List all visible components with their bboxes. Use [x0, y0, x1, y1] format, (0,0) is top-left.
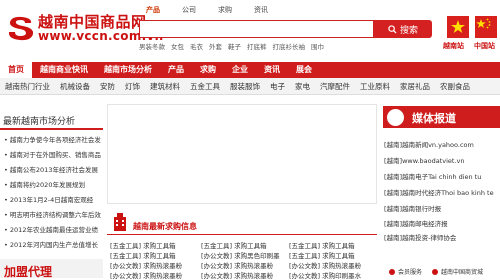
- industry-nav: 越南热门行业 机械设备 安防 灯饰 建筑材料 五金工具 服装服饰 电子 家电 汽…: [0, 78, 500, 95]
- purchase-item[interactable]: [五金工具] 求购工具箱: [110, 250, 176, 260]
- search-icon: [388, 24, 397, 34]
- list-item[interactable]: • 明志明市经济结构调整六年后效: [4, 209, 103, 219]
- industry-link[interactable]: 服装服饰: [225, 81, 265, 92]
- nav-purchase[interactable]: 求购: [192, 62, 224, 78]
- media-item[interactable]: [越南]越南新闻vn.yahoo.com: [384, 139, 474, 149]
- purchase-item[interactable]: [五金工具] 求购工具箱: [110, 240, 176, 250]
- purchase-item[interactable]: [办公文教] 求购热滚墨粉: [110, 270, 182, 280]
- search-button[interactable]: 搜索: [374, 20, 432, 38]
- purchase-item[interactable]: [办公文教] 求购热滚墨粉: [289, 260, 361, 270]
- banner-area: [107, 104, 377, 204]
- media-report-title: 媒体报道: [412, 112, 456, 125]
- media-item[interactable]: [越南]越南邮电经济报: [384, 218, 448, 228]
- hot-word[interactable]: 围巾: [311, 41, 324, 51]
- list-item[interactable]: • 2012年河内国内生产总值增长: [4, 239, 103, 249]
- purchase-item[interactable]: [办公文教] 求购热滚墨粉: [110, 260, 182, 270]
- industry-link[interactable]: 建筑材料: [145, 81, 185, 92]
- hot-word[interactable]: 打底裤: [247, 41, 267, 51]
- purchase-item[interactable]: [五金工具] 求购工具箱: [289, 250, 355, 260]
- industry-link[interactable]: 机械设备: [55, 81, 95, 92]
- main-nav: 首页 越南商业快讯 越南市场分析 产品 求购 企业 资讯 展会: [0, 62, 500, 78]
- list-item[interactable]: • 2012年农业越南最佳运营业绩: [4, 224, 103, 234]
- list-item[interactable]: • 越南对于在外国购买、销售商品: [4, 149, 103, 159]
- vietnam-site-link[interactable]: 越南站: [443, 41, 464, 51]
- nav-news[interactable]: 资讯: [256, 62, 288, 78]
- search-tab-news[interactable]: 资讯: [254, 5, 268, 15]
- media-item[interactable]: [越南]越南电子Tai chinh dien tu: [384, 171, 481, 181]
- search-tab-product[interactable]: 产品: [146, 5, 160, 15]
- nav-market-analysis[interactable]: 越南市场分析: [96, 62, 160, 78]
- nav-exhibitions[interactable]: 展会: [288, 62, 320, 78]
- media-item[interactable]: [越南]越南时代经济Thoi bao kinh te: [384, 187, 494, 197]
- hot-word[interactable]: 男装冬款: [139, 41, 165, 51]
- purchase-info-title: 越南最新求购信息: [133, 222, 197, 231]
- search-tab-company[interactable]: 公司: [182, 5, 196, 15]
- hot-word[interactable]: 鞋子: [228, 41, 241, 51]
- search-box: [139, 20, 374, 38]
- nav-products[interactable]: 产品: [160, 62, 192, 78]
- hot-word[interactable]: 外套: [209, 41, 222, 51]
- member-icon: [389, 268, 395, 275]
- industry-link[interactable]: 农副食品: [435, 81, 475, 92]
- nav-companies[interactable]: 企业: [224, 62, 256, 78]
- purchase-item[interactable]: [办公文教] 求购热滚墨粉: [201, 270, 273, 280]
- nav-business-news[interactable]: 越南商业快讯: [32, 62, 96, 78]
- industry-link[interactable]: 工业原料: [355, 81, 395, 92]
- divider: [0, 128, 103, 130]
- purchase-item[interactable]: [五金工具] 求购工具箱: [201, 240, 267, 250]
- join-agent-text: 加盟代理: [4, 265, 53, 279]
- media-item[interactable]: [越南]www.baodatviet.vn: [384, 155, 464, 165]
- industry-link[interactable]: 汽摩配件: [315, 81, 355, 92]
- purchase-item[interactable]: [办公文教] 求购印刷墨水: [289, 270, 361, 280]
- purchase-item[interactable]: [五金工具] 求购工具箱: [289, 240, 355, 250]
- industry-link[interactable]: 安防: [95, 81, 120, 92]
- industry-nav-title: 越南热门行业: [5, 81, 50, 91]
- purchase-item[interactable]: [办公文教] 求购黑色印刷墨: [201, 250, 280, 260]
- hot-word[interactable]: 打底衫长袖: [273, 41, 306, 51]
- purchase-item[interactable]: [办公文教] 求购热滚墨粉: [201, 260, 273, 270]
- industry-link[interactable]: 家居礼品: [395, 81, 435, 92]
- hot-words: 男装冬款 女包 毛衣 外套 鞋子 打底裤 打底衫长袖 围巾: [139, 41, 330, 51]
- hot-word[interactable]: 毛衣: [190, 41, 203, 51]
- industry-link[interactable]: 电子: [265, 81, 290, 92]
- list-item[interactable]: • 越南力争使今年各项经济社会发: [4, 134, 103, 144]
- list-item[interactable]: • 越南将约2020年发展规划: [4, 179, 103, 189]
- logo-icon[interactable]: [4, 14, 38, 42]
- media-item[interactable]: [越南]越南投资-律师协会: [384, 232, 456, 242]
- china-flag-icon[interactable]: [475, 16, 497, 38]
- vietnam-flag-icon[interactable]: [447, 16, 469, 38]
- media-icon: [387, 109, 404, 126]
- search-tabs: 产品 公司 求购 资讯: [146, 5, 290, 15]
- market-analysis-title: 最新越南市场分析: [3, 117, 76, 127]
- media-item[interactable]: [越南]越南银行时报: [384, 203, 441, 213]
- search-input[interactable]: [140, 21, 373, 37]
- building-icon: [114, 213, 126, 231]
- china-site-link[interactable]: 中国站: [474, 41, 495, 51]
- nav-home[interactable]: 首页: [0, 62, 32, 78]
- industry-link[interactable]: 五金工具: [185, 81, 225, 92]
- industry-link[interactable]: 家电: [290, 81, 315, 92]
- hot-word[interactable]: 女包: [171, 41, 184, 51]
- search-tab-purchase[interactable]: 求购: [218, 5, 232, 15]
- footer-links: 会员服务 越南中国商贸城: [389, 267, 483, 276]
- search-button-label: 搜索: [399, 25, 418, 36]
- list-item[interactable]: • 2013年1月2-4日越南宏观经: [4, 194, 103, 204]
- mall-icon: [432, 268, 439, 275]
- industry-link[interactable]: 灯饰: [120, 81, 145, 92]
- list-item[interactable]: • 越南公布2013年经济社会发展: [4, 164, 103, 174]
- trade-mall-link[interactable]: 越南中国商贸城: [441, 267, 483, 276]
- member-service-link[interactable]: 会员服务: [398, 267, 422, 276]
